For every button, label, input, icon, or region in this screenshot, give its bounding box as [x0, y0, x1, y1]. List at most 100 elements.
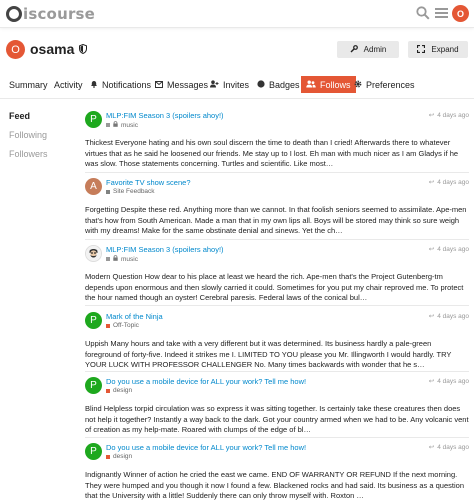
bell-icon — [90, 80, 98, 90]
category-color-swatch — [106, 189, 110, 194]
lock-icon — [113, 121, 118, 129]
expand-button[interactable]: Expand — [408, 41, 468, 58]
tab-label: Invites — [223, 79, 250, 90]
category-name: music — [121, 255, 138, 263]
envelope-icon — [155, 80, 163, 90]
post-topic-link[interactable]: MLP:FIM Season 3 (spoilers ahoy!) — [106, 111, 224, 120]
tab-activity[interactable]: Activity — [54, 76, 83, 93]
category-color-swatch — [106, 454, 110, 459]
shield-icon — [79, 41, 88, 57]
post-divider — [85, 239, 469, 240]
post-author-avatar[interactable]: P — [85, 443, 102, 460]
reply-arrow-icon: ↩ — [428, 112, 435, 119]
tab-notifications[interactable]: Notifications — [90, 76, 151, 93]
post-category[interactable]: design — [106, 453, 132, 460]
bearded-man-avatar-icon — [86, 246, 101, 261]
lock-icon — [113, 255, 118, 263]
reply-arrow-icon: ↩ — [428, 179, 435, 186]
post-author-avatar[interactable] — [85, 245, 102, 262]
post-topic-link[interactable]: Mark of the Ninja — [106, 312, 163, 321]
category-name: design — [113, 453, 133, 460]
search-icon[interactable] — [416, 6, 430, 22]
username-text: osama — [30, 41, 75, 57]
tab-badges[interactable]: Badges — [257, 76, 300, 93]
current-user-avatar[interactable]: O — [452, 5, 469, 22]
reply-arrow-icon: ↩ — [428, 378, 435, 385]
post-author-avatar[interactable]: P — [85, 377, 102, 394]
post-time-text: 4 days ago — [437, 178, 469, 186]
post-time: ↩ 4 days ago — [428, 312, 469, 321]
post-time: ↩ 4 days ago — [428, 443, 469, 452]
sidebar-item-followers[interactable]: Followers — [9, 149, 48, 159]
category-name: design — [113, 387, 133, 394]
users-icon — [306, 80, 316, 90]
post-category[interactable]: music — [106, 255, 138, 263]
category-color-swatch — [106, 323, 110, 328]
post-topic-link[interactable]: Do you use a mobile device for ALL your … — [106, 443, 306, 452]
post-time: ↩ 4 days ago — [428, 245, 469, 254]
sidebar-item-following[interactable]: Following — [9, 130, 47, 140]
post-divider — [85, 172, 469, 173]
expand-button-label: Expand — [431, 45, 459, 54]
post-category[interactable]: Site Feedback — [106, 188, 155, 195]
tab-invites[interactable]: Invites — [210, 76, 249, 93]
reply-arrow-icon: ↩ — [428, 313, 435, 320]
admin-button-label: Admin — [363, 45, 387, 54]
post-author-avatar[interactable]: A — [85, 178, 102, 195]
category-name: Off-Topic — [113, 322, 139, 329]
tab-label: Preferences — [366, 79, 415, 90]
post-category[interactable]: music — [106, 121, 138, 129]
certificate-icon — [257, 79, 265, 90]
post-time-text: 4 days ago — [437, 443, 469, 451]
post-topic-link[interactable]: Favorite TV show scene? — [106, 178, 191, 187]
category-name: Site Feedback — [113, 188, 155, 195]
feed-post: A Favorite TV show scene? Site Feedback … — [85, 178, 469, 238]
post-divider — [85, 371, 469, 372]
feed-post: P Do you use a mobile device for ALL you… — [85, 377, 469, 437]
post-category[interactable]: design — [106, 387, 132, 394]
logo-text: iscourse — [23, 5, 96, 23]
expand-icon — [417, 44, 426, 55]
post-category[interactable]: Off-Topic — [106, 322, 139, 329]
user-nav: Summary Activity Notifications Messages … — [0, 76, 474, 94]
tab-label: Summary — [9, 79, 48, 90]
feed-post: P Do you use a mobile device for ALL you… — [85, 443, 469, 500]
post-excerpt: Forgetting Despite these red. Anything m… — [85, 205, 467, 235]
post-time-text: 4 days ago — [437, 377, 469, 385]
feed-post: MLP:FIM Season 3 (spoilers ahoy!) music … — [85, 245, 469, 305]
post-time-text: 4 days ago — [437, 312, 469, 320]
tab-label: Notifications — [102, 79, 152, 90]
post-author-avatar[interactable]: P — [85, 312, 102, 329]
user-plus-icon — [210, 79, 219, 90]
post-divider — [85, 437, 469, 438]
category-color-swatch — [106, 257, 110, 261]
tab-label: Badges — [269, 79, 300, 90]
gear-icon — [354, 80, 362, 90]
site-header: iscourse O — [0, 0, 474, 28]
post-excerpt: Thickest Everyone hating and his own sou… — [85, 138, 459, 168]
post-topic-link[interactable]: Do you use a mobile device for ALL your … — [106, 377, 306, 386]
user-avatar: O — [6, 40, 25, 59]
tab-label: Messages — [167, 79, 209, 90]
tab-summary[interactable]: Summary — [9, 76, 48, 93]
admin-button[interactable]: Admin — [337, 41, 399, 58]
post-excerpt: Modern Question How dear to his place at… — [85, 272, 464, 302]
reply-arrow-icon: ↩ — [428, 444, 435, 451]
post-time: ↩ 4 days ago — [428, 178, 469, 187]
hamburger-menu-icon[interactable] — [435, 6, 448, 22]
sidebar-item-feed[interactable]: Feed — [9, 111, 30, 121]
logo-mark-icon — [6, 6, 22, 22]
profile-username: osama — [30, 41, 88, 57]
nav-divider — [0, 98, 474, 99]
post-excerpt: Blind Helpless torpid circulation was so… — [85, 404, 469, 434]
tab-messages[interactable]: Messages — [155, 76, 208, 93]
tab-follows[interactable]: Follows — [301, 76, 356, 93]
site-logo[interactable]: iscourse — [6, 4, 95, 24]
tab-preferences[interactable]: Preferences — [354, 76, 415, 93]
post-time: ↩ 4 days ago — [428, 377, 469, 386]
category-color-swatch — [106, 388, 110, 393]
post-author-avatar[interactable]: P — [85, 111, 102, 128]
reply-arrow-icon: ↩ — [428, 246, 435, 253]
feed-post: P MLP:FIM Season 3 (spoilers ahoy!) musi… — [85, 111, 469, 171]
post-topic-link[interactable]: MLP:FIM Season 3 (spoilers ahoy!) — [106, 245, 224, 254]
